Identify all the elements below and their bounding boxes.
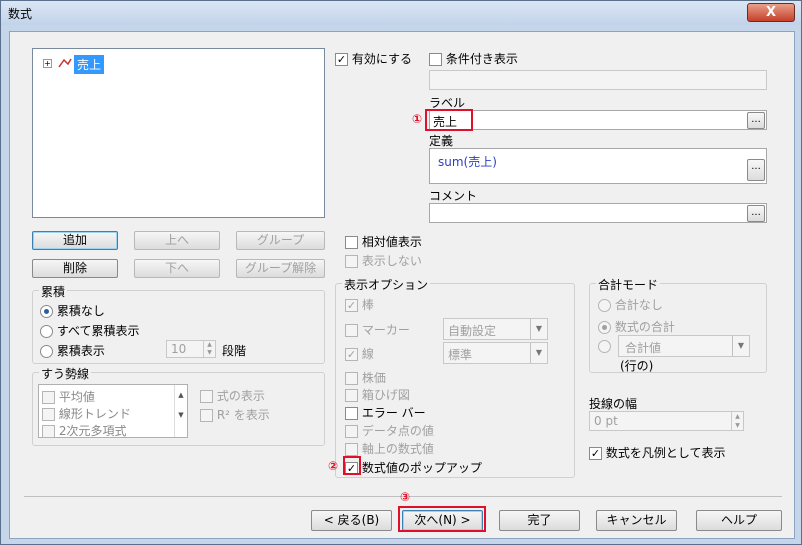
total-mode-title: 合計モード <box>596 276 661 293</box>
trendline-list[interactable]: 平均値 線形トレンド 2次元多項式 ▲ ▼ <box>38 384 188 438</box>
radio-total-value[interactable] <box>598 339 611 353</box>
boxplot-checkbox[interactable]: 箱ひげ図 <box>345 386 410 403</box>
display-options-title: 表示オプション <box>342 276 431 293</box>
list-item[interactable]: 線形トレンド <box>42 405 131 422</box>
title-bar: 数式 X <box>1 1 801 25</box>
enable-checkbox[interactable]: ✓ 有効にする <box>335 50 412 67</box>
line-checkbox[interactable]: ✓ 線 <box>345 345 374 362</box>
radio-accum-all[interactable]: すべて累積表示 <box>40 322 140 339</box>
radio-accum-steps[interactable]: 累積表示 <box>40 342 105 359</box>
marker-2: ② <box>328 459 339 473</box>
comment-ellipsis-button[interactable]: ... <box>747 205 765 222</box>
comment-input[interactable]: ... <box>429 203 767 223</box>
label-input[interactable]: 売上 ... <box>429 110 767 130</box>
definition-caption: 定義 <box>429 134 454 148</box>
relative-checkbox[interactable]: 相対値表示 <box>345 233 422 250</box>
marker-3: ③ <box>400 490 411 504</box>
list-item[interactable]: 平均値 <box>42 388 95 405</box>
definition-ellipsis-button[interactable]: ... <box>747 159 765 181</box>
add-button[interactable]: 追加 <box>32 231 118 250</box>
back-button[interactable]: < 戻る(B) <box>311 510 392 531</box>
hide-checkbox[interactable]: 表示しない <box>345 252 422 269</box>
expression-icon <box>58 58 72 68</box>
delete-button[interactable]: 削除 <box>32 259 118 278</box>
dialog-body: + 売上 追加 上へ グループ 削除 下へ グループ解除 累積 累積なし すべて… <box>9 31 795 539</box>
accumulation-title: 累積 <box>39 283 68 300</box>
steps-label: 段階 <box>222 344 247 358</box>
radio-total-sum[interactable]: 数式の合計 <box>598 318 675 335</box>
steps-stepper[interactable]: 10 ▲ ▼ <box>166 340 216 358</box>
dialog-title: 数式 <box>8 7 33 21</box>
highlight-box-1 <box>425 109 473 131</box>
popup-checkbox[interactable]: ✓ 数式値のポップアップ <box>345 459 482 476</box>
total-value-select[interactable]: 合計値 ▼ <box>618 335 750 357</box>
datavalues-checkbox[interactable]: データ点の値 <box>345 422 434 439</box>
expand-icon[interactable]: + <box>43 59 52 68</box>
radio-total-none[interactable]: 合計なし <box>598 296 663 313</box>
conditional-checkbox[interactable]: 条件付き表示 <box>429 50 518 67</box>
list-item[interactable]: 2次元多項式 <box>42 422 126 439</box>
marker-select[interactable]: 自動設定 ▼ <box>443 318 548 340</box>
expression-tree[interactable]: + 売上 <box>32 48 325 218</box>
comment-caption: コメント <box>429 189 478 203</box>
marker-checkbox[interactable]: マーカー <box>345 321 410 338</box>
radio-accum-none[interactable]: 累積なし <box>40 302 105 319</box>
total-row-label: (行の) <box>620 359 654 373</box>
line-width-stepper[interactable]: 0 pt ▲ ▼ <box>589 411 744 431</box>
list-scrollbar[interactable]: ▲ ▼ <box>174 385 187 437</box>
show-formula-checkbox[interactable]: 式の表示 <box>200 387 265 404</box>
down-button[interactable]: 下へ <box>134 259 220 278</box>
highlight-box-2 <box>343 456 361 475</box>
finish-button[interactable]: 完了 <box>499 510 580 531</box>
help-button[interactable]: ヘルプ <box>696 510 782 531</box>
definition-input[interactable]: sum(売上) ... <box>429 148 767 184</box>
errorbar-checkbox[interactable]: エラー バー <box>345 404 426 421</box>
axis-values-checkbox[interactable]: 軸上の数式値 <box>345 440 434 457</box>
formula-dialog: 数式 X + 売上 追加 上へ グループ 削除 下へ グループ解除 累積 累積な… <box>0 0 802 545</box>
trendline-title: すう勢線 <box>39 365 92 382</box>
line-style-select[interactable]: 標準 ▼ <box>443 342 548 364</box>
close-button[interactable]: X <box>747 3 795 22</box>
show-r2-checkbox[interactable]: R² を表示 <box>200 406 270 423</box>
marker-1: ① <box>412 112 423 126</box>
group-button[interactable]: グループ <box>236 231 325 250</box>
bar-checkbox[interactable]: ✓ 棒 <box>345 296 374 313</box>
highlight-box-3 <box>398 506 486 532</box>
line-width-title: 投線の幅 <box>589 397 638 411</box>
ungroup-button[interactable]: グループ解除 <box>236 259 325 278</box>
stock-checkbox[interactable]: 株価 <box>345 369 386 386</box>
tree-item-uriage[interactable]: 売上 <box>74 55 105 74</box>
legend-checkbox[interactable]: ✓ 数式を凡例として表示 <box>589 444 725 461</box>
cancel-button[interactable]: キャンセル <box>596 510 677 531</box>
label-ellipsis-button[interactable]: ... <box>747 112 765 129</box>
condition-field[interactable] <box>429 70 767 90</box>
up-button[interactable]: 上へ <box>134 231 220 250</box>
